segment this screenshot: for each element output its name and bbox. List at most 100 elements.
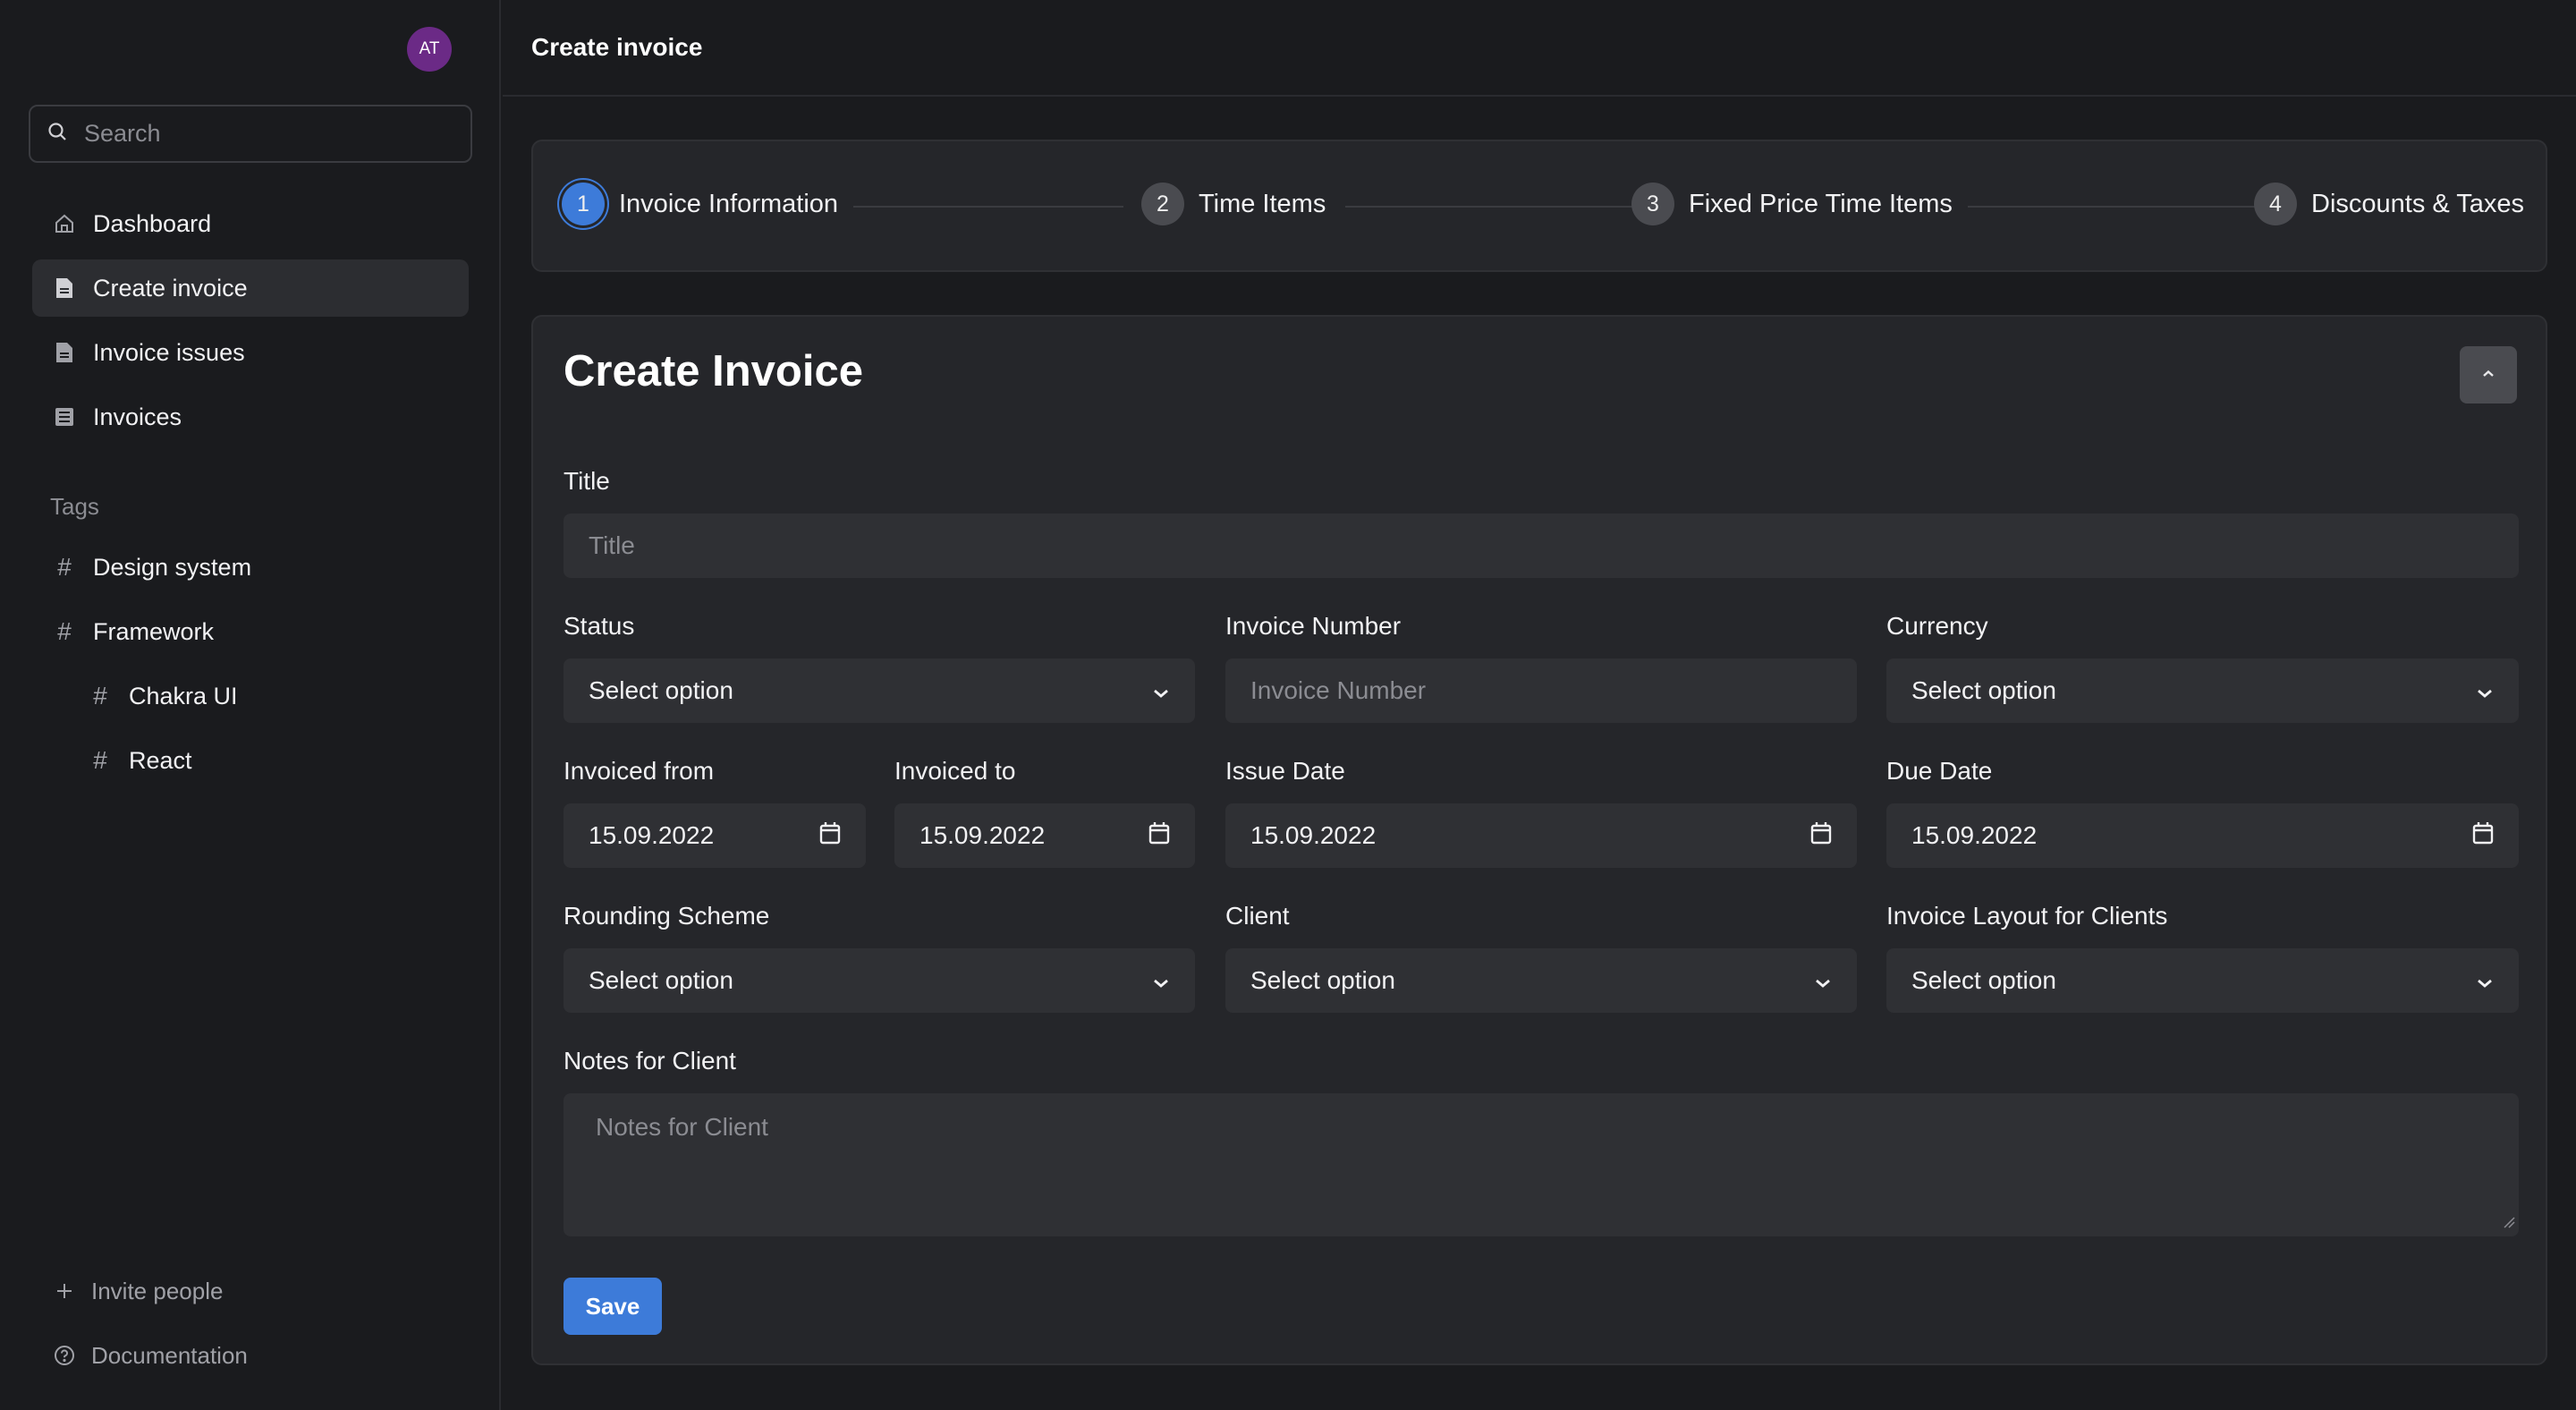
sidebar-item-label: Dashboard — [93, 209, 212, 237]
issue-date-value: 15.09.2022 — [1250, 821, 1377, 849]
create-invoice-form: Create Invoice Title Status Select optio… — [531, 315, 2547, 1365]
invite-people-link[interactable]: Invite people — [54, 1269, 223, 1313]
title-input[interactable] — [589, 531, 2494, 560]
step-connector — [1968, 206, 2256, 208]
chevron-down-icon — [2476, 966, 2494, 995]
documentation-link[interactable]: Documentation — [54, 1333, 248, 1378]
tag-label: Chakra UI — [129, 682, 238, 709]
step-fixed-price-time-items[interactable]: 3 Fixed Price Time Items — [1631, 183, 1953, 225]
invoiced-to-label: Invoiced to — [894, 757, 1016, 785]
step-discounts-taxes[interactable]: 4 Discounts & Taxes — [2254, 183, 2524, 225]
list-icon — [54, 406, 75, 428]
hash-icon: # — [57, 553, 72, 581]
calendar-icon[interactable] — [1810, 821, 1832, 851]
step-number: 4 — [2254, 183, 2297, 225]
chevron-up-icon — [2481, 367, 2496, 383]
plus-icon — [54, 1282, 75, 1300]
search-input[interactable] — [84, 120, 442, 148]
currency-select[interactable]: Select option — [1886, 658, 2519, 723]
sidebar-item-label: Create invoice — [93, 274, 248, 302]
invoice-number-input[interactable] — [1250, 676, 1832, 705]
rounding-scheme-value: Select option — [589, 966, 733, 994]
invoice-layout-select[interactable]: Select option — [1886, 948, 2519, 1013]
invoiced-to-value: 15.09.2022 — [919, 821, 1046, 849]
document-icon — [54, 342, 75, 363]
search-icon — [47, 121, 68, 147]
step-connector — [853, 206, 1123, 208]
sidebar-item-dashboard[interactable]: Dashboard — [32, 195, 469, 252]
step-label: Fixed Price Time Items — [1689, 189, 1953, 218]
due-date-field[interactable]: 15.09.2022 — [1886, 803, 2519, 868]
sidebar: AT Dashboard Create invoice Invoice issu… — [0, 0, 501, 1410]
sidebar-item-label: Invoices — [93, 403, 182, 430]
tag-chakra-ui[interactable]: # Chakra UI — [89, 671, 238, 721]
search-box[interactable] — [29, 105, 472, 163]
currency-label: Currency — [1886, 612, 1988, 640]
issue-date-field[interactable]: 15.09.2022 — [1225, 803, 1857, 868]
chevron-down-icon — [1152, 966, 1170, 995]
title-field[interactable] — [564, 514, 2519, 578]
home-icon — [54, 213, 75, 234]
chevron-down-icon — [1152, 676, 1170, 705]
due-date-label: Due Date — [1886, 757, 1993, 785]
step-time-items[interactable]: 2 Time Items — [1141, 183, 1326, 225]
documentation-label: Documentation — [91, 1341, 248, 1369]
step-label: Time Items — [1199, 189, 1326, 218]
tags-heading: Tags — [50, 493, 99, 520]
client-select[interactable]: Select option — [1225, 948, 1857, 1013]
avatar[interactable]: AT — [407, 27, 452, 72]
invoiced-to-date[interactable]: 15.09.2022 — [894, 803, 1195, 868]
status-label: Status — [564, 612, 635, 640]
save-button[interactable]: Save — [564, 1278, 662, 1335]
invite-people-label: Invite people — [91, 1277, 224, 1304]
form-heading: Create Invoice — [564, 347, 863, 395]
issue-date-label: Issue Date — [1225, 757, 1345, 785]
chevron-down-icon — [1814, 966, 1832, 995]
calendar-icon[interactable] — [2472, 821, 2494, 851]
status-select[interactable]: Select option — [564, 658, 1195, 723]
notes-textarea[interactable]: Notes for Client — [564, 1093, 2519, 1236]
step-number: 3 — [1631, 183, 1674, 225]
invoiced-from-date[interactable]: 15.09.2022 — [564, 803, 866, 868]
tag-label: React — [129, 746, 192, 774]
step-number: 1 — [562, 183, 605, 225]
hash-icon: # — [93, 682, 107, 709]
sidebar-item-create-invoice[interactable]: Create invoice — [32, 259, 469, 317]
sidebar-item-invoices[interactable]: Invoices — [32, 388, 469, 446]
client-value: Select option — [1250, 966, 1395, 994]
calendar-icon[interactable] — [819, 821, 841, 851]
help-circle-icon — [54, 1345, 75, 1366]
rounding-scheme-select[interactable]: Select option — [564, 948, 1195, 1013]
invoice-layout-label: Invoice Layout for Clients — [1886, 902, 2168, 930]
tag-framework[interactable]: # Framework — [54, 607, 214, 657]
tag-react[interactable]: # React — [89, 735, 192, 786]
step-connector — [1345, 206, 1633, 208]
sidebar-item-invoice-issues[interactable]: Invoice issues — [32, 324, 469, 381]
invoice-layout-value: Select option — [1911, 966, 2056, 994]
invoice-number-field[interactable] — [1225, 658, 1857, 723]
sidebar-item-label: Invoice issues — [93, 338, 245, 366]
rounding-scheme-label: Rounding Scheme — [564, 902, 770, 930]
tag-label: Framework — [93, 617, 215, 645]
step-invoice-information[interactable]: 1 Invoice Information — [562, 183, 838, 225]
stepper: 1 Invoice Information 2 Time Items 3 Fix… — [531, 140, 2547, 272]
hash-icon: # — [93, 746, 107, 774]
collapse-button[interactable] — [2460, 346, 2517, 403]
hash-icon: # — [57, 617, 72, 645]
notes-placeholder: Notes for Client — [596, 1113, 768, 1141]
step-number: 2 — [1141, 183, 1184, 225]
client-label: Client — [1225, 902, 1290, 930]
currency-value: Select option — [1911, 676, 2056, 704]
calendar-icon[interactable] — [1148, 821, 1170, 851]
step-label: Invoice Information — [619, 189, 839, 218]
invoice-number-label: Invoice Number — [1225, 612, 1402, 640]
invoiced-from-label: Invoiced from — [564, 757, 715, 785]
resize-handle-icon[interactable] — [2501, 1206, 2515, 1235]
chevron-down-icon — [2476, 676, 2494, 705]
invoiced-from-value: 15.09.2022 — [589, 821, 715, 849]
notes-label: Notes for Client — [564, 1047, 736, 1074]
tag-design-system[interactable]: # Design system — [54, 542, 251, 592]
due-date-value: 15.09.2022 — [1911, 821, 2038, 849]
status-value: Select option — [589, 676, 733, 704]
page-title: Create invoice — [531, 33, 703, 61]
